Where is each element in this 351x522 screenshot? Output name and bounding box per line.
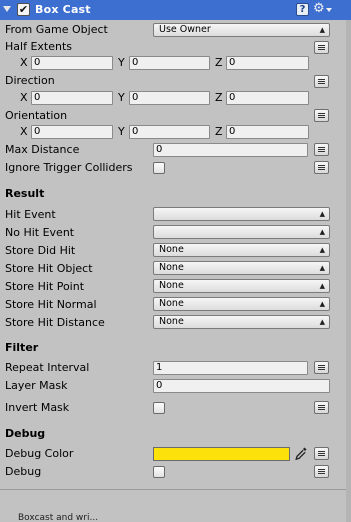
gear-dropdown-icon[interactable] (326, 8, 332, 12)
ignore-trigger-colliders-label: Ignore Trigger Colliders (5, 161, 133, 174)
store-hit-object-label: Store Hit Object (5, 262, 93, 275)
max-distance-field[interactable]: 0 (153, 143, 308, 157)
debug-color-swatch[interactable] (153, 447, 290, 461)
layer-mask-label: Layer Mask (5, 379, 68, 392)
direction-x-field[interactable]: 0 (31, 91, 113, 105)
debug-toggle-checkbox[interactable] (153, 466, 165, 478)
store-hit-object-value: None (159, 262, 184, 273)
orientation-x-label: X (20, 125, 28, 138)
repeat-interval-label: Repeat Interval (5, 361, 90, 374)
store-hit-normal-dropdown[interactable]: None ▲ (153, 297, 330, 311)
half-extents-label: Half Extents (5, 40, 72, 53)
store-hit-distance-label: Store Hit Distance (5, 316, 105, 329)
store-hit-point-value: None (159, 280, 184, 291)
store-hit-normal-value: None (159, 298, 184, 309)
from-game-object-dropdown[interactable]: Use Owner ▲ (153, 23, 330, 37)
debug-color-menu-button[interactable] (314, 447, 329, 460)
invert-mask-label: Invert Mask (5, 401, 70, 414)
half-extents-z-field[interactable]: 0 (226, 56, 309, 70)
dropdown-arrow-icon: ▲ (319, 282, 325, 290)
layer-mask-field[interactable]: 0 (153, 379, 330, 393)
vertical-scrollbar[interactable] (346, 20, 351, 522)
enabled-checkbox[interactable]: ✔ (17, 3, 30, 16)
debug-section-title: Debug (5, 427, 46, 440)
max-distance-label: Max Distance (5, 143, 80, 156)
store-did-hit-dropdown[interactable]: None ▲ (153, 243, 330, 257)
invert-mask-checkbox[interactable] (153, 402, 165, 414)
help-icon[interactable]: ? (296, 3, 309, 16)
dropdown-arrow-icon: ▲ (319, 228, 325, 236)
store-hit-normal-label: Store Hit Normal (5, 298, 97, 311)
ignore-trigger-colliders-menu-button[interactable] (314, 161, 329, 174)
direction-label: Direction (5, 74, 55, 87)
max-distance-menu-button[interactable] (314, 143, 329, 156)
from-game-object-label: From Game Object (5, 23, 108, 36)
no-hit-event-label: No Hit Event (5, 226, 75, 239)
half-extents-y-field[interactable]: 0 (129, 56, 210, 70)
foldout-arrow-icon[interactable] (3, 6, 11, 12)
orientation-y-label: Y (118, 125, 125, 138)
half-extents-x-label: X (20, 56, 28, 69)
orientation-x-field[interactable]: 0 (31, 125, 113, 139)
invert-mask-menu-button[interactable] (314, 401, 329, 414)
component-title: Box Cast (35, 3, 91, 16)
half-extents-y-label: Y (118, 56, 125, 69)
direction-z-field[interactable]: 0 (226, 91, 309, 105)
direction-y-label: Y (118, 91, 125, 104)
direction-y-field[interactable]: 0 (129, 91, 210, 105)
dropdown-arrow-icon: ▲ (319, 318, 325, 326)
dropdown-arrow-icon: ▲ (319, 26, 325, 34)
dropdown-arrow-icon: ▲ (319, 246, 325, 254)
debug-toggle-menu-button[interactable] (314, 465, 329, 478)
hit-event-dropdown[interactable]: ▲ (153, 207, 330, 221)
store-hit-distance-dropdown[interactable]: None ▲ (153, 315, 330, 329)
dropdown-arrow-icon: ▲ (319, 210, 325, 218)
result-section-title: Result (5, 187, 45, 200)
orientation-menu-button[interactable] (314, 109, 329, 122)
gear-icon[interactable]: ⚙ (313, 2, 325, 16)
repeat-interval-menu-button[interactable] (314, 361, 329, 374)
dropdown-arrow-icon: ▲ (319, 264, 325, 272)
footer-partial-text: Boxcast and wri... (18, 513, 99, 522)
direction-x-label: X (20, 91, 28, 104)
direction-menu-button[interactable] (314, 75, 329, 88)
bottom-divider (0, 489, 351, 490)
store-hit-point-label: Store Hit Point (5, 280, 85, 293)
orientation-y-field[interactable]: 0 (129, 125, 210, 139)
from-game-object-value: Use Owner (159, 24, 211, 35)
component-header: ✔ Box Cast ? ⚙ (0, 0, 351, 20)
store-hit-distance-value: None (159, 316, 184, 327)
eyedropper-icon[interactable] (294, 446, 308, 462)
store-did-hit-value: None (159, 244, 184, 255)
no-hit-event-dropdown[interactable]: ▲ (153, 225, 330, 239)
orientation-z-label: Z (215, 125, 223, 138)
direction-z-label: Z (215, 91, 223, 104)
debug-color-label: Debug Color (5, 447, 74, 460)
half-extents-x-field[interactable]: 0 (31, 56, 113, 70)
half-extents-menu-button[interactable] (314, 41, 329, 54)
filter-section-title: Filter (5, 341, 39, 354)
debug-toggle-label: Debug (5, 465, 42, 478)
hit-event-label: Hit Event (5, 208, 56, 221)
dropdown-arrow-icon: ▲ (319, 300, 325, 308)
repeat-interval-field[interactable]: 1 (153, 361, 308, 375)
orientation-z-field[interactable]: 0 (226, 125, 309, 139)
store-hit-point-dropdown[interactable]: None ▲ (153, 279, 330, 293)
store-did-hit-label: Store Did Hit (5, 244, 76, 257)
store-hit-object-dropdown[interactable]: None ▲ (153, 261, 330, 275)
half-extents-z-label: Z (215, 56, 223, 69)
orientation-label: Orientation (5, 109, 68, 122)
ignore-trigger-colliders-checkbox[interactable] (153, 162, 165, 174)
